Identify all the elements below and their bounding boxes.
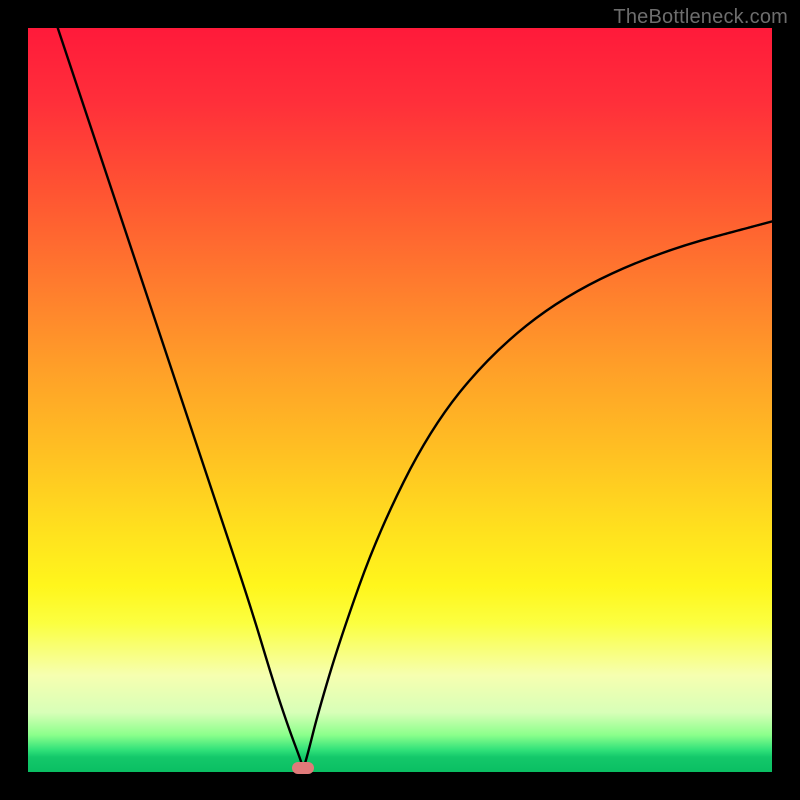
chart-frame: TheBottleneck.com (0, 0, 800, 800)
plot-area (28, 28, 772, 772)
minimum-marker (292, 762, 314, 774)
curve-svg (28, 28, 772, 772)
watermark-text: TheBottleneck.com (613, 6, 788, 29)
bottleneck-curve (58, 28, 772, 765)
